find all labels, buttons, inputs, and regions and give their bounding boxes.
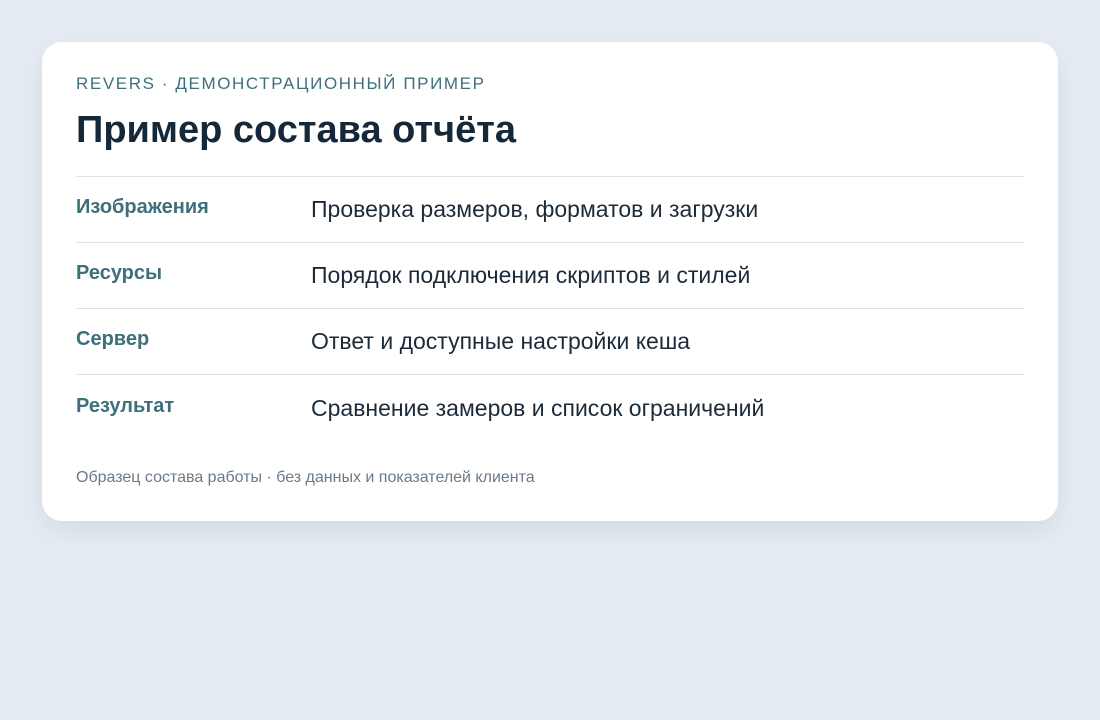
section-label-server: Сервер	[76, 328, 150, 350]
footnote: Образец состава работы · без данных и по…	[76, 469, 535, 486]
report-sections-list: Изображения Проверка размеров, форматов …	[76, 176, 1024, 441]
section-label-resources: Ресурсы	[76, 262, 163, 284]
eyebrow-label: REVERS · ДЕМОНСТРАЦИОННЫЙ ПРИМЕР	[76, 74, 486, 93]
section-description-server: Ответ и доступные настройки кеша	[311, 328, 691, 354]
page-title: Пример состава отчёта	[76, 109, 516, 151]
section-label-result: Результат	[76, 394, 175, 417]
section-description-images: Проверка размеров, форматов и загрузки	[311, 196, 759, 222]
list-item: Результат Сравнение замеров и список огр…	[76, 375, 1024, 441]
list-item: Ресурсы Порядок подключения скриптов и с…	[76, 243, 1024, 309]
list-item: Сервер Ответ и доступные настройки кеша	[76, 309, 1024, 375]
report-card: REVERS · ДЕМОНСТРАЦИОННЫЙ ПРИМЕР Пример …	[42, 42, 1058, 521]
section-description-result: Сравнение замеров и список ограничений	[311, 394, 765, 421]
list-item: Изображения Проверка размеров, форматов …	[76, 177, 1024, 243]
section-description-resources: Порядок подключения скриптов и стилей	[311, 262, 751, 288]
section-label-images: Изображения	[76, 196, 209, 218]
